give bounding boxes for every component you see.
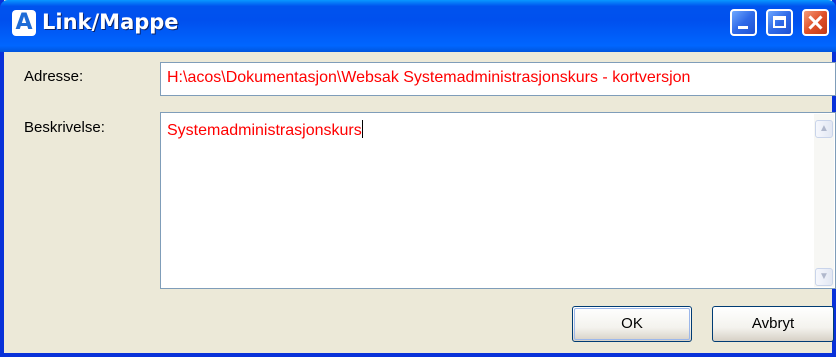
window-title: Link/Mappe: [42, 10, 179, 34]
cancel-button[interactable]: Avbryt: [712, 306, 834, 342]
close-button[interactable]: [802, 9, 829, 36]
beskrivelse-textarea[interactable]: Systemadministrasjonskurs ▲ ▼: [160, 112, 836, 289]
adresse-input[interactable]: H:\acos\Dokumentasjon\Websak Systemadmin…: [160, 62, 836, 96]
maximize-button[interactable]: [766, 9, 793, 36]
beskrivelse-label: Beskrivelse:: [24, 119, 105, 136]
app-logo-icon: A: [12, 10, 36, 36]
beskrivelse-text: Systemadministrasjonskurs: [167, 120, 363, 140]
scroll-up-icon[interactable]: ▲: [815, 120, 833, 138]
vertical-scrollbar[interactable]: ▲ ▼: [814, 114, 834, 287]
adresse-label: Adresse:: [24, 68, 84, 85]
scroll-down-icon[interactable]: ▼: [815, 268, 833, 286]
beskrivelse-value: Systemadministrasjonskurs: [167, 122, 362, 139]
minimize-button[interactable]: [730, 9, 757, 36]
link-mappe-dialog: A Link/Mappe Adresse: H:\acos\Dokumentas…: [0, 0, 836, 357]
title-bar[interactable]: A Link/Mappe: [0, 0, 836, 52]
text-caret: [361, 120, 363, 138]
ok-button[interactable]: OK: [572, 306, 692, 342]
